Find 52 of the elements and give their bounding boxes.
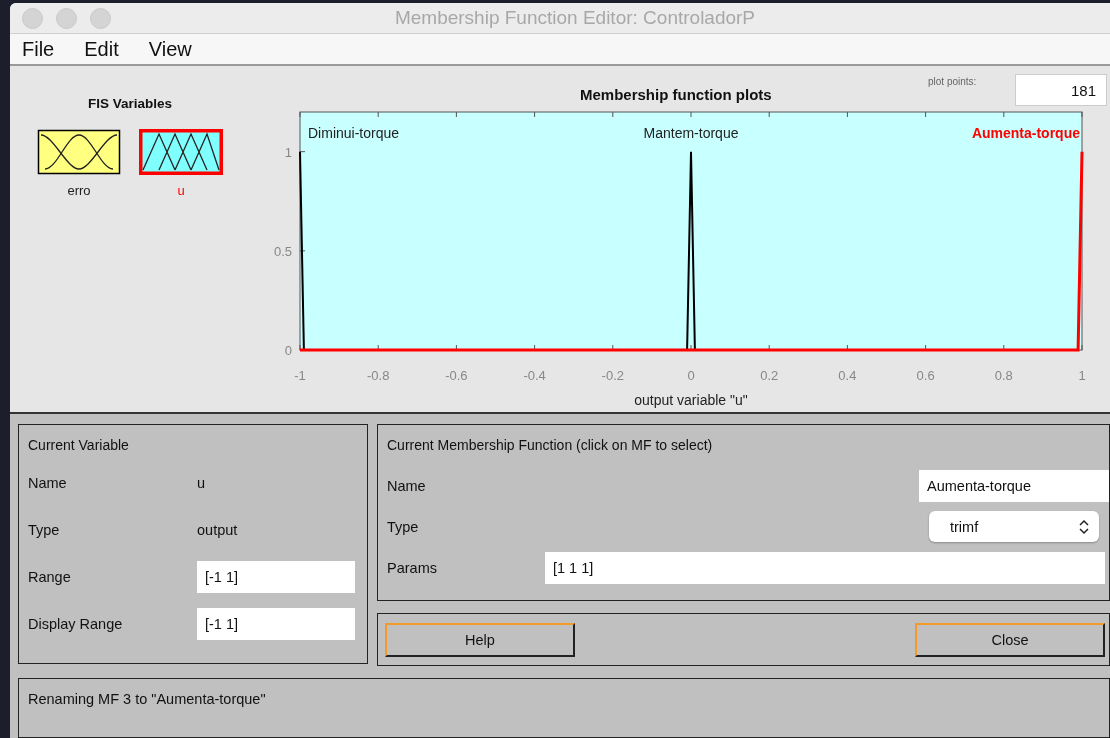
x-axis-label: output variable "u" bbox=[634, 392, 748, 408]
range-field[interactable]: [-1 1] bbox=[197, 560, 355, 593]
plot-points-field[interactable]: 181 bbox=[1015, 74, 1107, 106]
y-tick-label: 1 bbox=[284, 144, 292, 160]
mf-label[interactable]: Diminui-torque bbox=[308, 125, 400, 141]
field-label: Type bbox=[28, 521, 61, 538]
field-label: Name bbox=[387, 477, 427, 494]
membership-curve[interactable] bbox=[299, 150, 305, 351]
variable-name-value: u bbox=[197, 474, 206, 491]
panel-title: Current Variable bbox=[28, 437, 130, 453]
menu-item[interactable]: View bbox=[148, 37, 192, 61]
plot-points-label: plot points: bbox=[928, 76, 977, 87]
variable-name: u bbox=[177, 183, 185, 198]
params-field[interactable]: [1 1 1] bbox=[545, 551, 1105, 584]
fis-variables-title: FIS Variables bbox=[87, 96, 172, 111]
field-label: Display Range bbox=[28, 615, 124, 632]
x-tick-label: -1 bbox=[294, 368, 306, 383]
y-tick-label: 0.5 bbox=[273, 243, 292, 259]
mf-label[interactable]: Mantem-torque bbox=[643, 125, 739, 141]
mf-name-field[interactable]: Aumenta-torque bbox=[919, 469, 1109, 502]
gaussian-curves-icon[interactable] bbox=[37, 129, 121, 175]
mf-label[interactable]: Aumenta-torque bbox=[971, 125, 1080, 141]
panel-title: Current Membership Function (click on MF to select) bbox=[387, 437, 714, 453]
plot-title: Membership function plots bbox=[580, 86, 772, 103]
menu-item[interactable]: Edit bbox=[84, 37, 119, 61]
field-label: Range bbox=[28, 568, 72, 585]
stepper-icon bbox=[1079, 518, 1089, 535]
membership-curve[interactable] bbox=[686, 150, 696, 351]
mf-type-dropdown[interactable]: trimf bbox=[929, 511, 1099, 542]
menu-item[interactable]: File bbox=[22, 37, 55, 61]
close-button[interactable]: Close bbox=[915, 622, 1105, 657]
field-label: Params bbox=[387, 559, 438, 576]
x-tick-label: 0.2 bbox=[760, 368, 779, 383]
x-tick-label: -0.8 bbox=[367, 368, 390, 383]
y-tick-label: 0 bbox=[284, 343, 292, 358]
display-range-field[interactable]: [-1 1] bbox=[197, 607, 355, 640]
field-label: Name bbox=[28, 474, 68, 491]
x-tick-label: 0.8 bbox=[994, 368, 1013, 383]
triangles-icon[interactable] bbox=[139, 129, 223, 175]
help-button[interactable]: Help bbox=[385, 622, 575, 657]
window-title: Membership Function Editor: ControladorP bbox=[393, 7, 757, 29]
x-tick-label: -0.2 bbox=[601, 368, 624, 383]
x-tick-label: -0.4 bbox=[523, 368, 546, 383]
x-tick-label: 0.4 bbox=[838, 368, 857, 383]
x-tick-label: 0.6 bbox=[916, 368, 935, 383]
variable-name: erro bbox=[67, 183, 91, 198]
field-label: Type bbox=[387, 518, 420, 535]
x-tick-label: 0 bbox=[687, 368, 695, 383]
status-message: Renaming MF 3 to "Aumenta-torque" bbox=[28, 691, 266, 707]
x-tick-label: 1 bbox=[1078, 368, 1086, 383]
variable-type-value: output bbox=[197, 521, 238, 538]
x-tick-label: -0.6 bbox=[445, 368, 468, 383]
